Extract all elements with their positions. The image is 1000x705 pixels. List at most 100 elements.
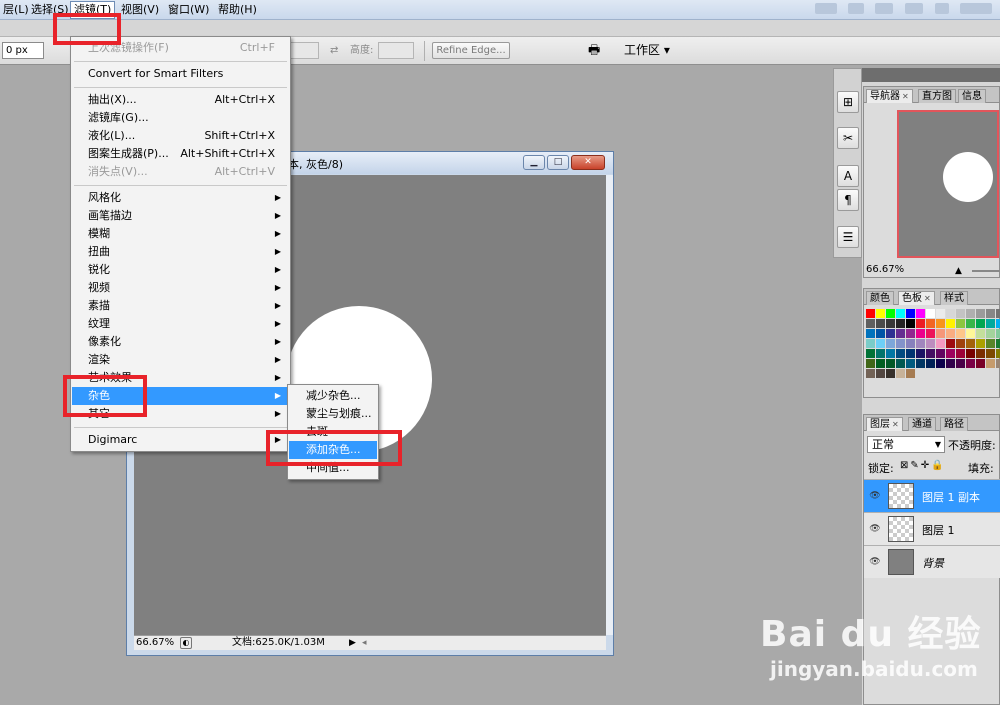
swatch[interactable]	[936, 329, 945, 338]
swatch[interactable]	[956, 319, 965, 328]
menu-item-convert-smart-filters[interactable]: Convert for Smart Filters	[72, 65, 289, 83]
dock-header[interactable]	[838, 68, 1000, 82]
swatch[interactable]	[986, 329, 995, 338]
navigator-preview[interactable]	[897, 110, 999, 258]
swatch[interactable]	[966, 339, 975, 348]
swatch[interactable]	[986, 349, 995, 358]
layer-row-copy[interactable]: 👁 图层 1 副本	[864, 479, 1000, 512]
swatch[interactable]	[916, 339, 925, 348]
menu-layer[interactable]: 层(L)	[0, 2, 32, 18]
swatch[interactable]	[946, 329, 955, 338]
layer-row-layer1[interactable]: 👁 图层 1	[864, 512, 1000, 545]
swatch[interactable]	[916, 329, 925, 338]
swatch[interactable]	[906, 329, 915, 338]
swatch[interactable]	[896, 319, 905, 328]
swatch[interactable]	[926, 319, 935, 328]
menu-item-brush-strokes[interactable]: 画笔描边 ▶	[72, 207, 289, 225]
swatch[interactable]	[986, 359, 995, 368]
swatch[interactable]	[886, 319, 895, 328]
lock-icons[interactable]: ⊠✎✛🔒	[900, 460, 946, 471]
swatch[interactable]	[866, 339, 875, 348]
swatch[interactable]	[896, 369, 905, 378]
swatch[interactable]	[896, 359, 905, 368]
swatch[interactable]	[876, 359, 885, 368]
refine-edge-button[interactable]: Refine Edge...	[432, 42, 510, 59]
menu-item-pixelate[interactable]: 像素化 ▶	[72, 333, 289, 351]
swatch[interactable]	[946, 309, 955, 318]
workspace-button[interactable]: 工作区 ▾	[618, 42, 676, 60]
swatch[interactable]	[866, 319, 875, 328]
vertical-scrollbar[interactable]	[606, 175, 613, 635]
tab-info[interactable]: 信息	[958, 89, 986, 103]
tab-paths[interactable]: 路径	[940, 417, 968, 431]
swatch[interactable]	[956, 329, 965, 338]
swatch[interactable]	[956, 349, 965, 358]
swatch[interactable]	[976, 339, 985, 348]
swatch[interactable]	[996, 349, 1000, 358]
eye-icon[interactable]: 👁	[869, 556, 881, 568]
swatch[interactable]	[876, 349, 885, 358]
menu-item-vanishing-point[interactable]: 消失点(V)... Alt+Ctrl+V	[72, 163, 289, 181]
navigator-zoom[interactable]: 66.67%	[866, 264, 904, 275]
swatch[interactable]	[906, 369, 915, 378]
swatch[interactable]	[996, 309, 1000, 318]
swatch[interactable]	[936, 339, 945, 348]
swatch[interactable]	[866, 369, 875, 378]
menu-item-video[interactable]: 视频 ▶	[72, 279, 289, 297]
menu-item-sharpen[interactable]: 锐化 ▶	[72, 261, 289, 279]
swatch[interactable]	[926, 329, 935, 338]
zoom-slider[interactable]	[972, 270, 1000, 272]
swatch[interactable]	[876, 369, 885, 378]
swatch[interactable]	[906, 339, 915, 348]
swatch[interactable]	[996, 339, 1000, 348]
swatch[interactable]	[956, 309, 965, 318]
swatch[interactable]	[866, 359, 875, 368]
menu-item-sketch[interactable]: 素描 ▶	[72, 297, 289, 315]
swatch[interactable]	[906, 359, 915, 368]
swatch[interactable]	[916, 319, 925, 328]
swatch[interactable]	[966, 349, 975, 358]
menu-item-distort[interactable]: 扭曲 ▶	[72, 243, 289, 261]
menu-view[interactable]: 视图(V)	[118, 2, 162, 18]
character-icon[interactable]: A	[837, 165, 859, 187]
swatch[interactable]	[996, 319, 1000, 328]
swatch[interactable]	[976, 319, 985, 328]
tab-styles[interactable]: 样式	[940, 291, 968, 305]
blend-mode-select[interactable]: 正常 ▼	[867, 436, 945, 453]
swatch[interactable]	[946, 319, 955, 328]
maximize-button[interactable]: □	[547, 155, 569, 170]
swatch[interactable]	[896, 329, 905, 338]
swatch[interactable]	[866, 309, 875, 318]
height-input[interactable]	[378, 42, 414, 59]
swatch[interactable]	[876, 339, 885, 348]
tab-channels[interactable]: 通道	[908, 417, 936, 431]
swap-icon[interactable]: ⇄	[330, 42, 338, 59]
tab-color[interactable]: 颜色	[866, 291, 894, 305]
swatch[interactable]	[936, 319, 945, 328]
status-menu-icon[interactable]: ◐	[180, 637, 192, 649]
swatch[interactable]	[896, 339, 905, 348]
swatch[interactable]	[986, 309, 995, 318]
swatch[interactable]	[936, 309, 945, 318]
scroll-left-icon[interactable]: ◂	[362, 636, 367, 650]
swatch[interactable]	[996, 329, 1000, 338]
navigator-icon[interactable]: ⊞	[837, 91, 859, 113]
menu-item-pattern-maker[interactable]: 图案生成器(P)... Alt+Shift+Ctrl+X	[72, 145, 289, 163]
swatch[interactable]	[966, 309, 975, 318]
layer-row-background[interactable]: 👁 背景	[864, 545, 1000, 578]
swatch[interactable]	[936, 349, 945, 358]
swatch[interactable]	[876, 319, 885, 328]
swatch[interactable]	[946, 349, 955, 358]
swatch[interactable]	[986, 319, 995, 328]
swatch[interactable]	[886, 369, 895, 378]
zoom-out-icon[interactable]: ▲	[955, 266, 962, 276]
swatch[interactable]	[886, 349, 895, 358]
tools-icon[interactable]: ✂	[837, 127, 859, 149]
layer-comps-icon[interactable]: ☰	[837, 226, 859, 248]
menu-window[interactable]: 窗口(W)	[165, 2, 212, 18]
swatch[interactable]	[966, 359, 975, 368]
tab-swatches[interactable]: 色板 ✕	[898, 291, 935, 305]
menu-item-render[interactable]: 渲染 ▶	[72, 351, 289, 369]
menu-item-digimarc[interactable]: Digimarc ▶	[72, 431, 289, 449]
swatch[interactable]	[886, 359, 895, 368]
